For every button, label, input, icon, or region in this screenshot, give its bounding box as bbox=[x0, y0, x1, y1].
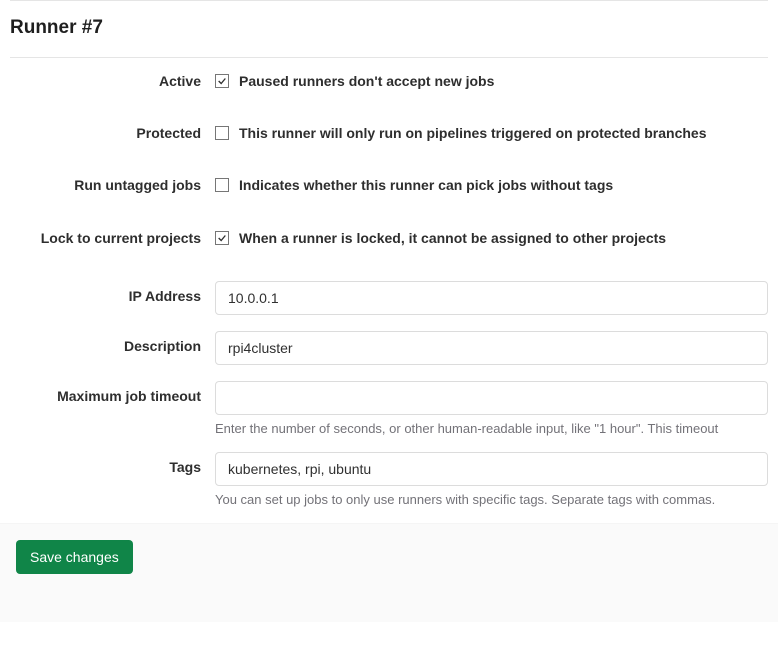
save-button[interactable]: Save changes bbox=[16, 540, 133, 574]
desc-protected: This runner will only run on pipelines t… bbox=[239, 124, 707, 142]
row-timeout: Maximum job timeout Enter the number of … bbox=[10, 381, 768, 436]
row-run-untagged: Run untagged jobs Indicates whether this… bbox=[10, 176, 768, 194]
page-title: Runner #7 bbox=[10, 17, 768, 39]
check-icon bbox=[217, 233, 227, 243]
label-ip: IP Address bbox=[10, 281, 215, 304]
help-timeout: Enter the number of seconds, or other hu… bbox=[215, 421, 768, 436]
row-description: Description bbox=[10, 331, 768, 365]
save-area: Save changes bbox=[0, 523, 778, 622]
label-protected: Protected bbox=[10, 124, 215, 141]
label-run-untagged: Run untagged jobs bbox=[10, 176, 215, 193]
checkbox-run-untagged[interactable] bbox=[215, 178, 229, 192]
desc-run-untagged: Indicates whether this runner can pick j… bbox=[239, 176, 613, 194]
help-tags: You can set up jobs to only use runners … bbox=[215, 492, 768, 507]
row-active: Active Paused runners don't accept new j… bbox=[10, 72, 768, 90]
row-tags: Tags You can set up jobs to only use run… bbox=[10, 452, 768, 507]
checkbox-protected[interactable] bbox=[215, 126, 229, 140]
row-lock: Lock to current projects When a runner i… bbox=[10, 229, 768, 247]
timeout-input[interactable] bbox=[215, 381, 768, 415]
row-ip: IP Address bbox=[10, 281, 768, 315]
label-lock: Lock to current projects bbox=[10, 229, 215, 246]
label-tags: Tags bbox=[10, 452, 215, 475]
desc-lock: When a runner is locked, it cannot be as… bbox=[239, 229, 666, 247]
checkbox-active[interactable] bbox=[215, 74, 229, 88]
label-active: Active bbox=[10, 72, 215, 89]
runner-form: Active Paused runners don't accept new j… bbox=[10, 58, 768, 507]
desc-active: Paused runners don't accept new jobs bbox=[239, 72, 494, 90]
check-icon bbox=[217, 76, 227, 86]
description-input[interactable] bbox=[215, 331, 768, 365]
label-description: Description bbox=[10, 331, 215, 354]
checkbox-lock[interactable] bbox=[215, 231, 229, 245]
ip-input[interactable] bbox=[215, 281, 768, 315]
tags-input[interactable] bbox=[215, 452, 768, 486]
label-timeout: Maximum job timeout bbox=[10, 381, 215, 404]
row-protected: Protected This runner will only run on p… bbox=[10, 124, 768, 142]
page-header: Runner #7 bbox=[10, 1, 768, 57]
